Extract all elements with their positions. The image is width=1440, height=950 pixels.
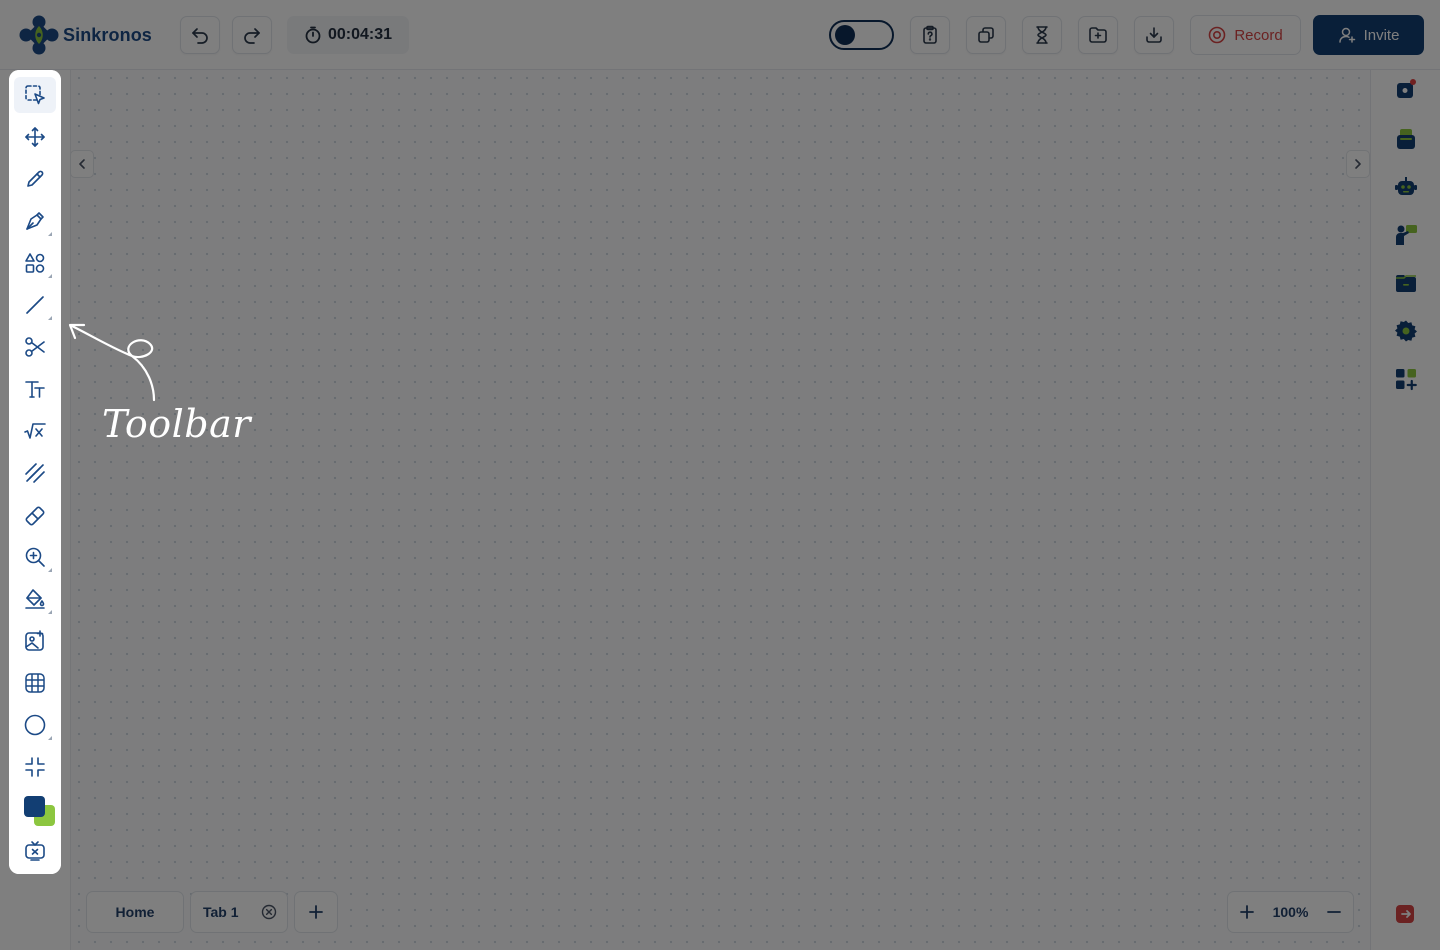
tool-line[interactable]	[14, 287, 56, 323]
tool-fill[interactable]	[14, 581, 56, 617]
tool-text[interactable]	[14, 371, 56, 407]
annotation-label: Toolbar	[102, 402, 251, 446]
color-swatch-icon	[14, 791, 56, 827]
tool-collapse[interactable]	[14, 749, 56, 785]
text-icon	[24, 378, 46, 400]
scissors-icon	[24, 336, 46, 358]
minimize-icon	[24, 756, 46, 778]
circle-icon	[24, 714, 46, 736]
primary-color-swatch	[24, 796, 45, 817]
move-icon	[24, 126, 46, 148]
zoom-in-icon	[24, 546, 46, 568]
shapes-icon	[24, 252, 46, 274]
tool-pen[interactable]	[14, 203, 56, 239]
tool-pan[interactable]	[14, 119, 56, 155]
eraser-icon	[24, 504, 46, 526]
tool-zoom[interactable]	[14, 539, 56, 575]
paint-bucket-icon	[24, 588, 46, 610]
tv-robot-icon	[24, 840, 46, 862]
annotation-arrow	[68, 323, 156, 402]
tool-ai[interactable]	[14, 833, 56, 869]
tool-eraser[interactable]	[14, 497, 56, 533]
tool-image[interactable]	[14, 623, 56, 659]
tool-grid[interactable]	[14, 665, 56, 701]
pen-icon	[24, 210, 46, 232]
sqrt-x-icon	[24, 420, 46, 442]
image-sparkle-icon	[24, 630, 46, 652]
laser-icon	[24, 462, 46, 484]
select-icon	[24, 84, 46, 106]
tool-select[interactable]	[14, 77, 56, 113]
line-icon	[24, 294, 46, 316]
onboarding-overlay[interactable]	[0, 0, 1440, 950]
tool-shapes[interactable]	[14, 245, 56, 281]
tool-laser[interactable]	[14, 455, 56, 491]
tool-pencil[interactable]	[14, 161, 56, 197]
tool-cut[interactable]	[14, 329, 56, 365]
tool-colors[interactable]	[14, 791, 56, 827]
toolbar	[9, 70, 61, 874]
grid-globe-icon	[24, 672, 46, 694]
tool-circle[interactable]	[14, 707, 56, 743]
tool-math[interactable]	[14, 413, 56, 449]
pencil-icon	[24, 168, 46, 190]
